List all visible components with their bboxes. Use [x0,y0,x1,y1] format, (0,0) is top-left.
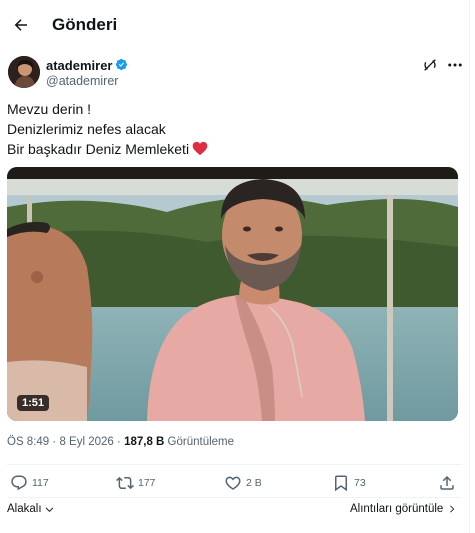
bookmark-count: 73 [354,477,366,489]
reply-count: 117 [32,477,49,489]
reply-icon [11,475,27,491]
bookmark-icon [335,475,347,492]
divider [7,497,462,498]
bookmark-button[interactable]: 73 [332,474,366,492]
tweet-line: Denizlerimiz nefes alacak [7,121,166,137]
divider [7,464,462,465]
meta-separator: · [52,436,57,448]
post-detail-view: Gönderi atademirer @atademirer Mevzu der… [0,0,470,533]
back-button[interactable] [4,8,38,42]
repost-button[interactable]: 177 [116,474,156,492]
views-count: 187,8 B [124,436,165,448]
share-button[interactable] [438,474,456,492]
post-time[interactable]: ÖS 8:49 [7,436,49,448]
tweet-line-with-emoji: Bir başkadır Deniz Memleketi [7,139,462,159]
chevron-right-icon [450,505,455,513]
reply-button[interactable]: 117 [10,474,49,492]
red-heart-icon [192,141,208,156]
tweet-text: Mevzu derin ! Denizlerimiz nefes alacak … [7,99,462,159]
repost-count: 177 [138,477,156,489]
video-player[interactable]: 1:51 [7,167,458,421]
avatar-image [8,56,40,88]
author-display-name[interactable]: atademirer [46,58,112,73]
post-date[interactable]: 8 Eyl 2026 [59,436,113,448]
like-count: 2 B [246,477,262,489]
verified-badge-icon [115,58,128,71]
avatar[interactable] [8,56,40,88]
page-title: Gönderi [52,15,118,34]
author-handle[interactable]: @atademirer [46,74,118,88]
views-label: Görüntüleme [167,436,235,448]
grok-icon[interactable] [422,57,438,73]
view-quotes-label: Alıntıları görüntüle [350,503,444,515]
view-quotes-link[interactable]: Alıntıları görüntüle [350,503,457,515]
arrow-left-icon [14,19,27,31]
author-row: atademirer @atademirer [8,56,468,92]
relevance-sort-label: Alakalı [7,503,42,515]
more-options-icon[interactable] [446,57,464,73]
meta-separator: · [117,436,121,448]
repost-icon [116,476,134,490]
header: Gönderi [0,0,470,52]
relevance-sort-button[interactable]: Alakalı [7,503,55,515]
heart-icon [225,476,241,490]
tweet-line: Mevzu derin ! [7,101,92,117]
like-button[interactable]: 2 B [224,474,262,492]
action-bar: 117 177 2 B 73 [0,468,470,498]
video-thumbnail [7,167,458,421]
chevron-down-icon [45,506,53,512]
post-meta: ÖS 8:49 · 8 Eyl 2026 · 187,8 B Görüntüle… [7,436,234,448]
share-icon [440,475,454,490]
video-duration-badge: 1:51 [17,395,50,411]
tweet-line: Bir başkadır Deniz Memleketi [7,141,190,157]
